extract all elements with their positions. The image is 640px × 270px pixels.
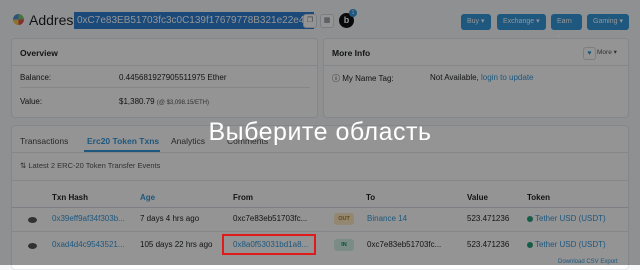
- overlay-instruction: Выберите область: [208, 118, 432, 146]
- selection-highlight: [222, 234, 316, 255]
